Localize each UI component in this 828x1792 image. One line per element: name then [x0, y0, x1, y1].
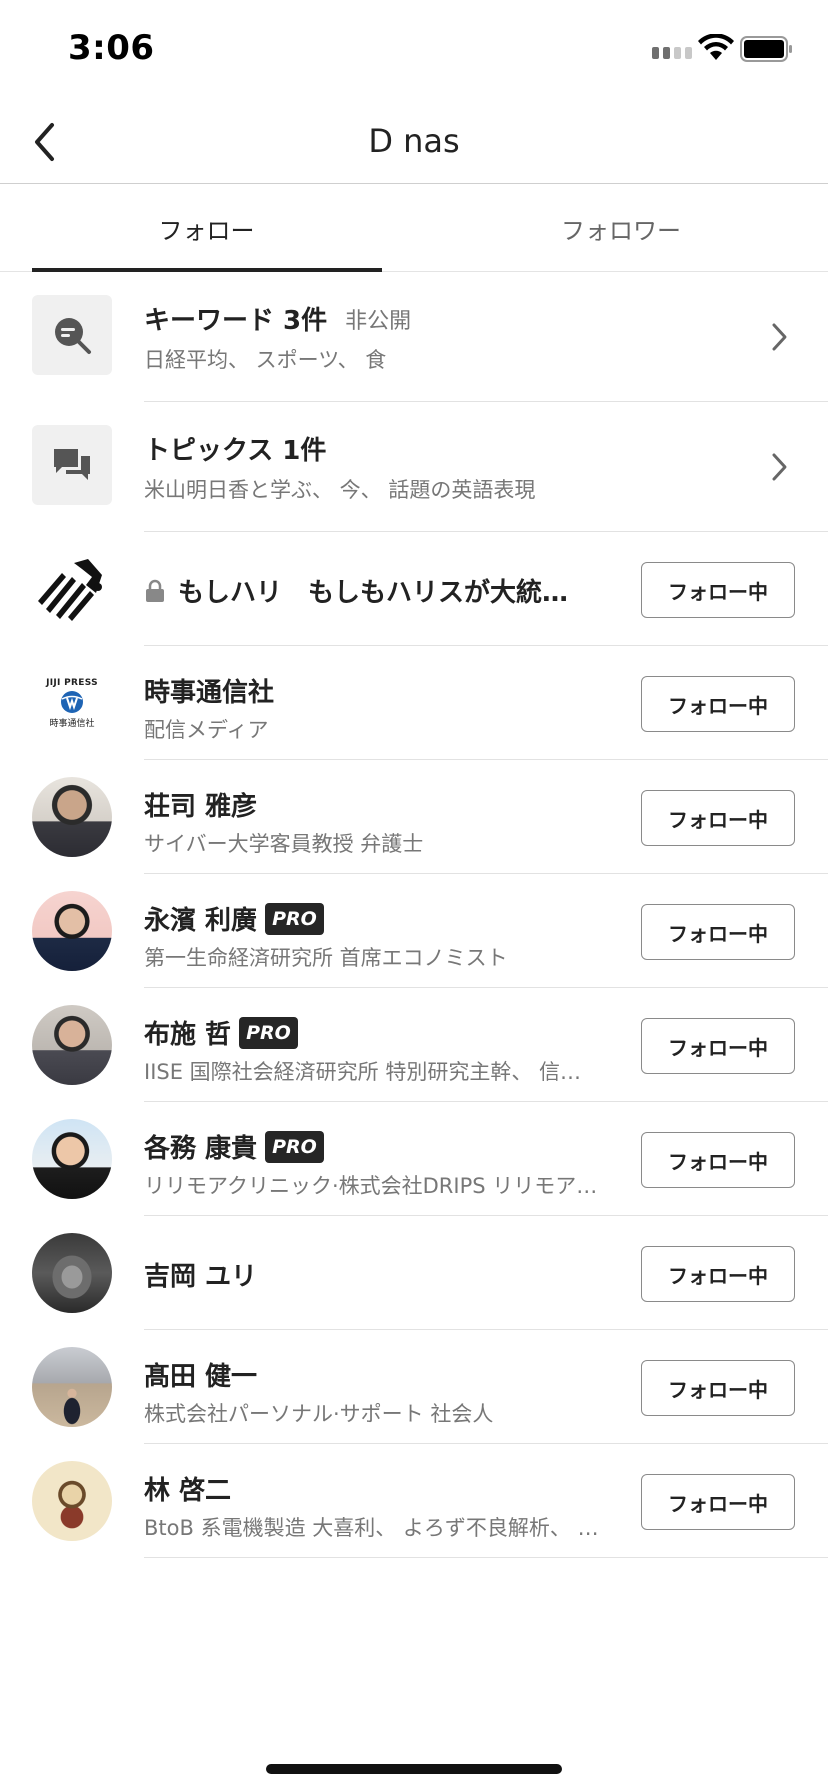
keywords-list: 日経平均、 スポーツ、 食 [144, 348, 387, 372]
status-bar: 3:06 [0, 0, 828, 100]
home-indicator [266, 1764, 562, 1774]
topics-title: トピックス 1件 [144, 436, 327, 466]
cellular-signal-icon [652, 47, 692, 59]
jiji-press-logo: JIJI PRESS 時事通信社 [32, 663, 112, 743]
pro-badge: PRO [265, 1130, 324, 1163]
logo-text-bottom: 時事通信社 [49, 718, 95, 729]
topics-row[interactable]: トピックス 1件 米山明日香と学ぶ、 今、 話題の英語表現 [0, 402, 828, 532]
jiji-globe-icon [61, 690, 83, 713]
following-button[interactable]: フォロー中 [641, 676, 795, 732]
pro-badge: PRO [265, 902, 324, 935]
person-name-text: 永濱 利廣 [144, 906, 258, 936]
navigation-bar: D nas [0, 100, 828, 184]
series-name: もしハリ もしもハリスが大統領に… [178, 578, 578, 608]
keywords-title: キーワード 3件 非公開 [144, 300, 411, 337]
person-name: 林 啓二 [144, 1476, 232, 1506]
person-description: BtoB 系電機製造 大喜利、 よろず不良解析、 … [144, 1516, 599, 1540]
page-title: D nas [368, 122, 460, 160]
list-item[interactable]: 吉岡 ユリ フォロー中 [0, 1216, 828, 1330]
lock-icon [146, 579, 164, 602]
chevron-right-icon [772, 323, 787, 351]
following-button[interactable]: フォロー中 [641, 1360, 795, 1416]
person-name: 荘司 雅彦 [144, 792, 258, 822]
person-name: 髙田 健一 [144, 1362, 258, 1392]
list-item[interactable]: JIJI PRESS 時事通信社 時事通信社 配信メディア フォロー中 [0, 646, 828, 760]
person-name: 吉岡 ユリ [144, 1262, 258, 1292]
following-button[interactable]: フォロー中 [641, 1474, 795, 1530]
person-name-text: 各務 康貴 [144, 1134, 258, 1164]
person-name: 永濱 利廣 PRO [144, 900, 324, 937]
avatar [32, 891, 112, 971]
list-item[interactable]: 各務 康貴 PRO リリモアクリニック·株式会社DRIPS リリモア… フォロー… [0, 1102, 828, 1216]
chevron-right-icon [772, 453, 787, 481]
person-description: IISE 国際社会経済研究所 特別研究主幹、 信… [144, 1060, 582, 1084]
tab-bar: フォロー フォロワー [0, 185, 828, 272]
topics-list: 米山明日香と学ぶ、 今、 話題の英語表現 [144, 478, 536, 502]
person-description: リリモアクリニック·株式会社DRIPS リリモア… [144, 1174, 598, 1198]
logo-text-top: JIJI PRESS [46, 677, 98, 688]
person-description: サイバー大学客員教授 弁護士 [144, 832, 424, 856]
chat-bubbles-icon [32, 425, 112, 505]
list-item[interactable]: 林 啓二 BtoB 系電機製造 大喜利、 よろず不良解析、 … フォロー中 [0, 1444, 828, 1558]
list-item[interactable]: 布施 哲 PRO IISE 国際社会経済研究所 特別研究主幹、 信… フォロー中 [0, 988, 828, 1102]
pro-badge: PRO [239, 1016, 298, 1049]
person-name: 各務 康貴 PRO [144, 1128, 324, 1165]
following-button[interactable]: フォロー中 [641, 904, 795, 960]
person-description: 第一生命経済研究所 首席エコノミスト [144, 946, 508, 970]
follow-list: キーワード 3件 非公開 日経平均、 スポーツ、 食 トピックス 1件 米山明日… [0, 272, 828, 1558]
battery-icon [740, 36, 792, 62]
tab-follower[interactable]: フォロワー [414, 185, 828, 272]
avatar [32, 777, 112, 857]
person-name: 時事通信社 [144, 678, 275, 708]
list-item[interactable]: 髙田 健一 株式会社パーソナル·サポート 社会人 フォロー中 [0, 1330, 828, 1444]
following-button[interactable]: フォロー中 [641, 1246, 795, 1302]
person-description: 株式会社パーソナル·サポート 社会人 [144, 1402, 494, 1426]
private-badge: 非公開 [345, 308, 412, 334]
person-name: もしハリ もしもハリスが大統領に… [144, 572, 578, 609]
person-name-text: 布施 哲 [144, 1020, 232, 1050]
keyword-search-icon [32, 295, 112, 375]
list-item[interactable]: もしハリ もしもハリスが大統領に… フォロー中 [0, 532, 828, 646]
wifi-icon [698, 34, 734, 60]
status-time: 3:06 [68, 28, 155, 68]
list-item[interactable]: 荘司 雅彦 サイバー大学客員教授 弁護士 フォロー中 [0, 760, 828, 874]
following-button[interactable]: フォロー中 [641, 562, 795, 618]
avatar [32, 1119, 112, 1199]
zebra-logo-icon [32, 549, 112, 629]
tab-follow[interactable]: フォロー [32, 185, 381, 272]
keywords-count: キーワード 3件 [144, 306, 328, 336]
following-button[interactable]: フォロー中 [641, 790, 795, 846]
keywords-row[interactable]: キーワード 3件 非公開 日経平均、 スポーツ、 食 [0, 272, 828, 402]
following-button[interactable]: フォロー中 [641, 1132, 795, 1188]
person-description: 配信メディア [144, 718, 269, 742]
list-item[interactable]: 永濱 利廣 PRO 第一生命経済研究所 首席エコノミスト フォロー中 [0, 874, 828, 988]
following-button[interactable]: フォロー中 [641, 1018, 795, 1074]
avatar [32, 1461, 112, 1541]
avatar [32, 1005, 112, 1085]
avatar [32, 1233, 112, 1313]
person-name: 布施 哲 PRO [144, 1014, 298, 1051]
avatar [32, 1347, 112, 1427]
